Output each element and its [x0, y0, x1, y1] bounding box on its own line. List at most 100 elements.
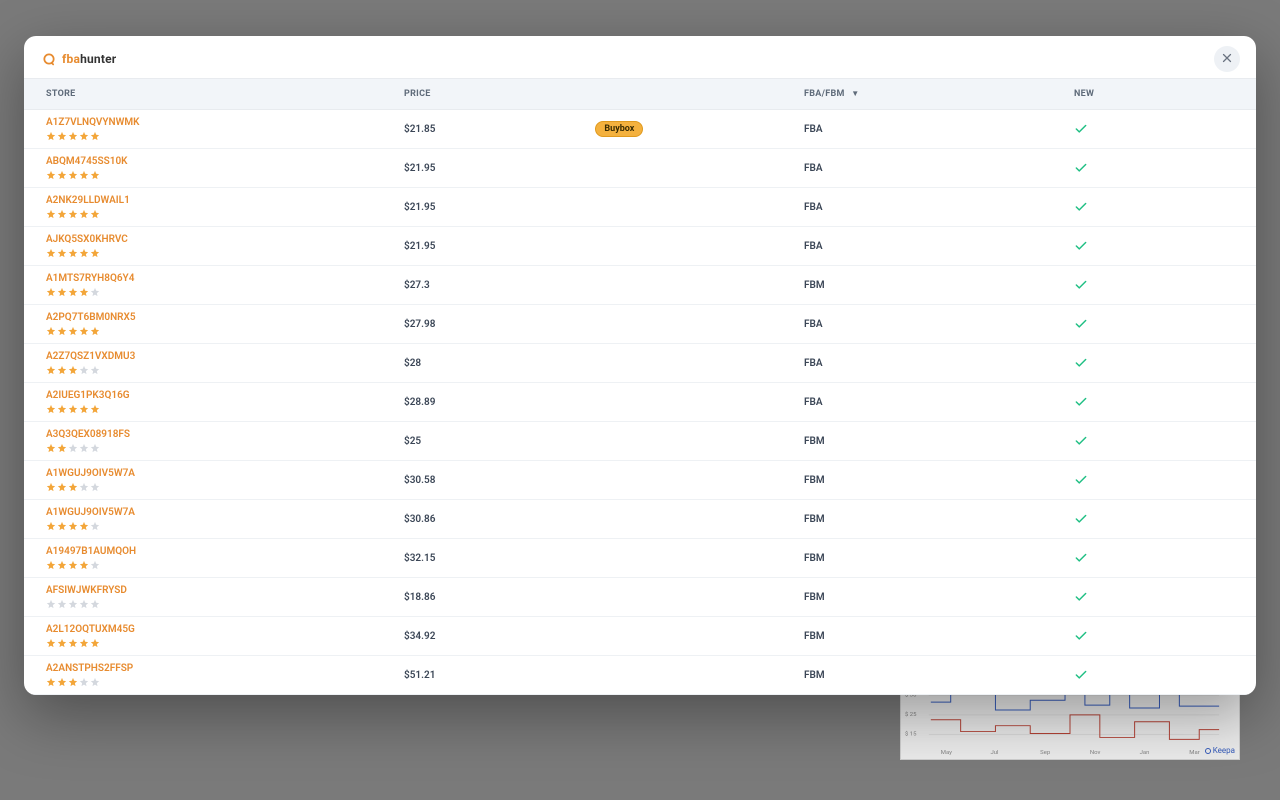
star-icon [90, 248, 100, 258]
star-icon [46, 404, 56, 414]
star-rating [46, 677, 392, 687]
star-icon [57, 443, 67, 453]
star-icon [46, 326, 56, 336]
star-icon [57, 599, 67, 609]
star-icon [68, 560, 78, 570]
store-link[interactable]: AJKQ5SX0KHRVC [46, 234, 392, 246]
star-icon [79, 326, 89, 336]
star-icon [79, 599, 89, 609]
fulfillment-value: FBM [804, 475, 825, 486]
star-icon [68, 482, 78, 492]
price-value: $27.3 [404, 280, 430, 291]
store-link[interactable]: ABQM4745SS10K [46, 156, 392, 168]
star-icon [68, 248, 78, 258]
fulfillment-value: FBA [804, 241, 823, 252]
check-icon [1074, 278, 1244, 292]
star-icon [46, 248, 56, 258]
bg-xtick: Sep [1040, 750, 1051, 756]
star-icon [68, 677, 78, 687]
star-icon [57, 365, 67, 375]
column-header-store[interactable]: STORE [24, 79, 404, 110]
sort-caret-down-icon: ▼ [851, 89, 859, 98]
bg-ytick: $ 15 [905, 731, 917, 738]
store-link[interactable]: A2IUEG1PK3Q16G [46, 390, 392, 402]
table-row: A1MTS7RYH8Q6Y4$27.3FBM [24, 266, 1256, 305]
star-icon [46, 482, 56, 492]
star-icon [90, 209, 100, 219]
table-row: A1WGUJ9OIV5W7A$30.86FBM [24, 500, 1256, 539]
store-link[interactable]: A2PQ7T6BM0NRX5 [46, 312, 392, 324]
store-link[interactable]: A1Z7VLNQVYNWMK [46, 117, 392, 129]
star-rating [46, 560, 392, 570]
star-icon [68, 443, 78, 453]
store-link[interactable]: A2NK29LLDWAIL1 [46, 195, 392, 207]
star-icon [46, 677, 56, 687]
price-value: $21.95 [404, 202, 435, 213]
price-value: $51.21 [404, 670, 435, 681]
table-row: A2NK29LLDWAIL1$21.95FBA [24, 188, 1256, 227]
star-icon [68, 599, 78, 609]
star-icon [46, 287, 56, 297]
star-icon [46, 170, 56, 180]
star-rating [46, 209, 392, 219]
column-header-new[interactable]: NEW [1074, 79, 1256, 110]
keepa-brand-label: Keepa [1205, 746, 1235, 755]
table-row: ABQM4745SS10K$21.95FBA [24, 149, 1256, 188]
price-value: $32.15 [404, 553, 435, 564]
store-link[interactable]: A2ANSTPHS2FFSP [46, 663, 392, 675]
column-header-price[interactable]: PRICE [404, 79, 804, 110]
star-rating [46, 365, 392, 375]
column-header-fba-fbm[interactable]: FBA/FBM ▼ [804, 79, 1074, 110]
price-value: $34.92 [404, 631, 435, 642]
star-icon [90, 521, 100, 531]
store-link[interactable]: A19497B1AUMQOH [46, 546, 392, 558]
fulfillment-value: FBM [804, 514, 825, 525]
star-rating [46, 599, 392, 609]
table-row: A1Z7VLNQVYNWMK$21.85BuyboxFBA [24, 110, 1256, 149]
table-row: A3Q3QEX08918FS$25FBM [24, 422, 1256, 461]
store-link[interactable]: A3Q3QEX08918FS [46, 429, 392, 441]
star-icon [68, 287, 78, 297]
star-rating [46, 521, 392, 531]
star-icon [57, 248, 67, 258]
star-icon [68, 326, 78, 336]
bg-ytick: $ 25 [905, 711, 917, 718]
fulfillment-value: FBA [804, 358, 823, 369]
table-row: A2IUEG1PK3Q16G$28.89FBA [24, 383, 1256, 422]
table-row: A2PQ7T6BM0NRX5$27.98FBA [24, 305, 1256, 344]
fulfillment-value: FBM [804, 553, 825, 564]
star-icon [90, 482, 100, 492]
fulfillment-value: FBA [804, 319, 823, 330]
price-value: $28 [404, 358, 421, 369]
check-icon [1074, 512, 1244, 526]
table-row: A19497B1AUMQOH $32.15 FBM [24, 539, 1256, 578]
star-rating [46, 248, 392, 258]
store-link[interactable]: A1MTS7RYH8Q6Y4 [46, 273, 392, 285]
star-icon [68, 209, 78, 219]
close-button[interactable] [1214, 46, 1240, 72]
star-icon [90, 560, 100, 570]
star-icon [68, 521, 78, 531]
star-icon [68, 365, 78, 375]
table-row: A2L12OQTUXM45G$34.92FBM [24, 617, 1256, 656]
store-link[interactable]: AFSIWJWKFRYSD [46, 585, 392, 597]
check-icon [1074, 434, 1244, 448]
bg-xtick: Nov [1090, 750, 1101, 756]
price-value: $21.95 [404, 241, 435, 252]
star-icon [79, 482, 89, 492]
store-link[interactable]: A1WGUJ9OIV5W7A [46, 468, 392, 480]
bg-xtick: Mar [1189, 750, 1199, 756]
bg-xtick: May [941, 750, 952, 756]
table-row: AFSIWJWKFRYSD$18.86FBM [24, 578, 1256, 617]
table-row: A2ANSTPHS2FFSP $51.21 FBM [24, 656, 1256, 695]
store-link[interactable]: A2Z7QSZ1VXDMU3 [46, 351, 392, 363]
fulfillment-value: FBM [804, 670, 825, 681]
check-icon [1074, 551, 1244, 565]
store-link[interactable]: A1WGUJ9OIV5W7A [46, 507, 392, 519]
price-value: $30.58 [404, 475, 435, 486]
star-icon [57, 131, 67, 141]
store-link[interactable]: A2L12OQTUXM45G [46, 624, 392, 636]
table-row: A2Z7QSZ1VXDMU3 $28 FBA [24, 344, 1256, 383]
star-icon [79, 248, 89, 258]
star-icon [90, 287, 100, 297]
